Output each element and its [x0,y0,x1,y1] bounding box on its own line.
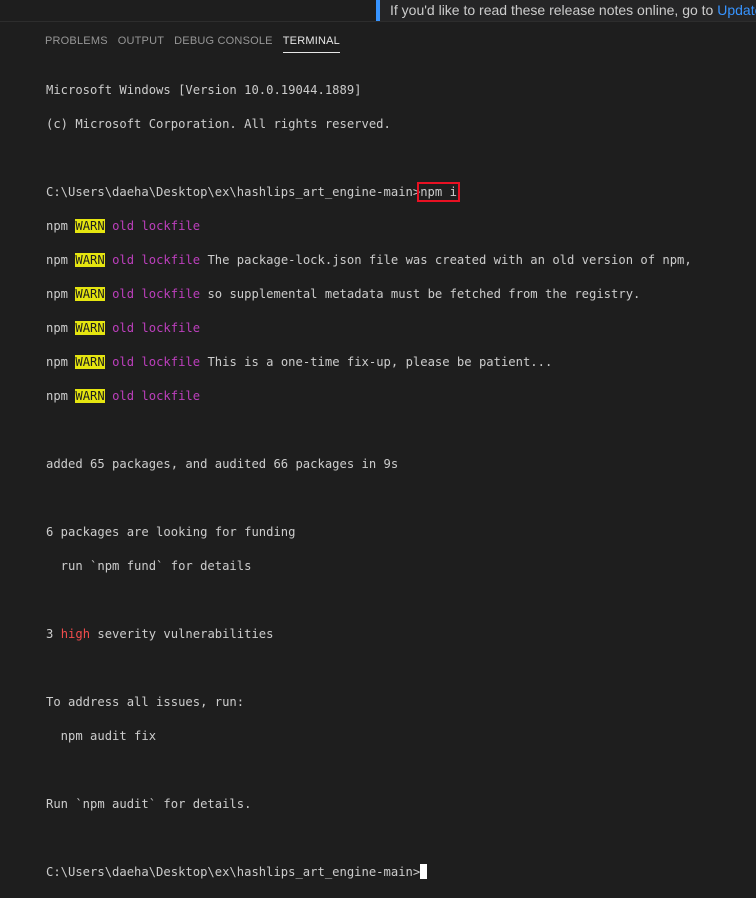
release-notes-banner: If you'd like to read these release note… [376,0,756,21]
terminal-line: Run `npm audit` for details. [46,797,252,811]
warn-badge: WARN [75,219,105,233]
tab-terminal[interactable]: TERMINAL [282,30,340,53]
prompt: C:\Users\daeha\Desktop\ex\hashlips_art_e… [46,865,421,879]
terminal-prompt-line[interactable]: C:\Users\daeha\Desktop\ex\hashlips_art_e… [46,864,756,881]
banner-text: If you'd like to read these release note… [390,2,718,18]
old-lockfile-label: old lockfile [112,321,201,335]
warn-badge: WARN [75,287,105,301]
divider [0,21,756,22]
terminal-blank [46,150,756,167]
terminal-blank [46,592,756,609]
warn-badge: WARN [75,389,105,403]
terminal-blank [46,490,756,507]
old-lockfile-label: old lockfile [112,253,201,267]
terminal-line: Microsoft Windows [Version 10.0.19044.18… [46,83,362,97]
terminal-line: (c) Microsoft Corporation. All rights re… [46,117,391,131]
npm-warn-line: npm WARN old lockfile [46,321,201,335]
tab-output[interactable]: OUTPUT [118,30,164,52]
old-lockfile-label: old lockfile [112,287,201,301]
panel-tabs: PROBLEMS OUTPUT DEBUG CONSOLE TERMINAL [0,30,756,54]
tab-problems[interactable]: PROBLEMS [45,30,108,52]
old-lockfile-label: old lockfile [112,355,201,369]
npm-warn-line: npm WARN old lockfile so supplemental me… [46,287,641,301]
highlighted-command: npm i [417,182,460,202]
terminal-line: To address all issues, run: [46,695,245,709]
terminal-output[interactable]: Microsoft Windows [Version 10.0.19044.18… [46,65,756,879]
npm-warn-line: npm WARN old lockfile [46,219,201,233]
terminal-line: 6 packages are looking for funding [46,525,296,539]
warn-message: so supplemental metadata must be fetched… [200,287,641,301]
old-lockfile-label: old lockfile [112,389,201,403]
old-lockfile-label: old lockfile [112,219,201,233]
terminal-blank [46,660,756,677]
severity-high: high [60,627,91,641]
warn-badge: WARN [75,355,105,369]
terminal-line: run `npm fund` for details [46,559,252,573]
warn-badge: WARN [75,253,105,267]
prompt: C:\Users\daeha\Desktop\ex\hashlips_art_e… [46,185,421,199]
warn-badge: WARN [75,321,105,335]
npm-warn-line: npm WARN old lockfile This is a one-time… [46,355,553,369]
warn-message: The package-lock.json file was created w… [200,253,692,267]
updates-link[interactable]: Updates [717,2,756,18]
terminal-blank [46,762,756,779]
tab-debug-console[interactable]: DEBUG CONSOLE [174,30,273,52]
terminal-line: added 65 packages, and audited 66 packag… [46,457,399,471]
npm-warn-line: npm WARN old lockfile [46,389,201,403]
warn-message: This is a one-time fix-up, please be pat… [200,355,553,369]
terminal-command-line: C:\Users\daeha\Desktop\ex\hashlips_art_e… [46,182,756,202]
terminal-line: npm audit fix [46,729,157,743]
terminal-cursor [420,864,428,879]
npm-warn-line: npm WARN old lockfile The package-lock.j… [46,253,692,267]
terminal-blank [46,830,756,847]
vulnerabilities-line: 3 high severity vulnerabilities [46,627,274,641]
terminal-blank [46,422,756,439]
